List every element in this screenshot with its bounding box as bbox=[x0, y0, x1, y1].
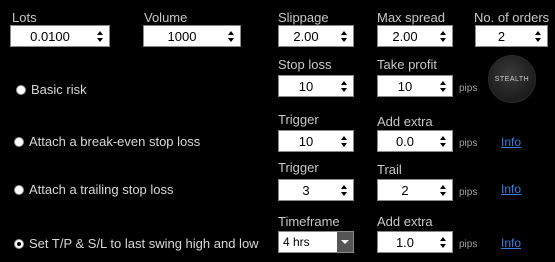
break-even-trigger-stepper[interactable]: 10 bbox=[278, 130, 354, 152]
swing-add-extra-label: Add extra bbox=[377, 214, 433, 229]
stop-loss-value[interactable]: 10 bbox=[279, 79, 337, 94]
orders-stepper[interactable]: 2 bbox=[475, 25, 548, 47]
stepper-arrows-icon[interactable] bbox=[436, 232, 450, 252]
trailing-trigger-stepper[interactable]: 3 bbox=[278, 179, 354, 201]
trailing-label[interactable]: Attach a trailing stop loss bbox=[29, 182, 174, 197]
slippage-value[interactable]: 2.00 bbox=[279, 29, 337, 44]
stop-loss-stepper[interactable]: 10 bbox=[278, 75, 354, 97]
stepper-arrows-icon[interactable] bbox=[531, 26, 545, 46]
stealth-button[interactable]: STEALTH bbox=[488, 55, 536, 103]
trailing-radio[interactable] bbox=[14, 185, 24, 195]
break-even-add-extra-stepper[interactable]: 0.0 bbox=[377, 130, 453, 152]
volume-value[interactable]: 1000 bbox=[144, 29, 224, 44]
slippage-stepper[interactable]: 2.00 bbox=[278, 25, 354, 47]
take-profit-stepper[interactable]: 10 bbox=[377, 75, 453, 97]
stepper-arrows-icon[interactable] bbox=[436, 131, 450, 151]
break-even-trigger-label: Trigger bbox=[278, 112, 319, 127]
stepper-arrows-icon[interactable] bbox=[436, 180, 450, 200]
volume-label: Volume bbox=[144, 10, 188, 25]
stealth-label: STEALTH bbox=[494, 75, 530, 83]
stop-loss-label: Stop loss bbox=[278, 57, 332, 72]
break-even-add-extra-value[interactable]: 0.0 bbox=[378, 134, 436, 149]
slippage-label: Slippage bbox=[278, 10, 329, 25]
swing-label[interactable]: Set T/P & S/L to last swing high and low bbox=[29, 236, 259, 251]
pips-unit: pips bbox=[459, 239, 478, 250]
break-even-radio[interactable] bbox=[14, 137, 24, 147]
pips-unit: pips bbox=[459, 187, 478, 198]
swing-radio[interactable] bbox=[14, 239, 24, 249]
stepper-arrows-icon[interactable] bbox=[337, 180, 351, 200]
trail-value[interactable]: 2 bbox=[378, 183, 436, 198]
break-even-info-link[interactable]: Info bbox=[501, 135, 521, 149]
take-profit-label: Take profit bbox=[377, 57, 437, 72]
stepper-arrows-icon[interactable] bbox=[93, 26, 107, 46]
max-spread-stepper[interactable]: 2.00 bbox=[377, 25, 453, 47]
trail-stepper[interactable]: 2 bbox=[377, 179, 453, 201]
take-profit-value[interactable]: 10 bbox=[378, 79, 436, 94]
stepper-arrows-icon[interactable] bbox=[436, 76, 450, 96]
basic-risk-label[interactable]: Basic risk bbox=[31, 82, 87, 97]
timeframe-value[interactable]: 4 hrs bbox=[279, 235, 337, 249]
timeframe-select[interactable]: 4 hrs bbox=[278, 231, 354, 253]
orders-label: No. of orders bbox=[474, 10, 550, 25]
basic-risk-radio[interactable] bbox=[16, 85, 26, 95]
pips-unit: pips bbox=[459, 138, 478, 149]
max-spread-label: Max spread bbox=[377, 10, 445, 25]
break-even-trigger-value[interactable]: 10 bbox=[279, 134, 337, 149]
timeframe-label: Timeframe bbox=[278, 214, 340, 229]
stepper-arrows-icon[interactable] bbox=[436, 26, 450, 46]
lots-value[interactable]: 0.0100 bbox=[11, 29, 93, 44]
trailing-trigger-value[interactable]: 3 bbox=[279, 183, 337, 198]
stepper-arrows-icon[interactable] bbox=[337, 76, 351, 96]
swing-info-link[interactable]: Info bbox=[501, 236, 521, 250]
lots-label: Lots bbox=[12, 10, 37, 25]
lots-stepper[interactable]: 0.0100 bbox=[10, 25, 110, 47]
pips-unit: pips bbox=[459, 83, 478, 94]
swing-add-extra-stepper[interactable]: 1.0 bbox=[377, 231, 453, 253]
break-even-label[interactable]: Attach a break-even stop loss bbox=[29, 134, 200, 149]
stepper-arrows-icon[interactable] bbox=[224, 26, 238, 46]
break-even-add-extra-label: Add extra bbox=[377, 114, 433, 129]
trail-label: Trail bbox=[377, 162, 402, 177]
orders-value[interactable]: 2 bbox=[476, 29, 531, 44]
trailing-info-link[interactable]: Info bbox=[501, 182, 521, 196]
max-spread-value[interactable]: 2.00 bbox=[378, 29, 436, 44]
stepper-arrows-icon[interactable] bbox=[337, 131, 351, 151]
trailing-trigger-label: Trigger bbox=[278, 160, 319, 175]
stepper-arrows-icon[interactable] bbox=[337, 26, 351, 46]
chevron-down-icon[interactable] bbox=[337, 232, 353, 252]
volume-stepper[interactable]: 1000 bbox=[143, 25, 241, 47]
swing-add-extra-value[interactable]: 1.0 bbox=[378, 235, 436, 250]
